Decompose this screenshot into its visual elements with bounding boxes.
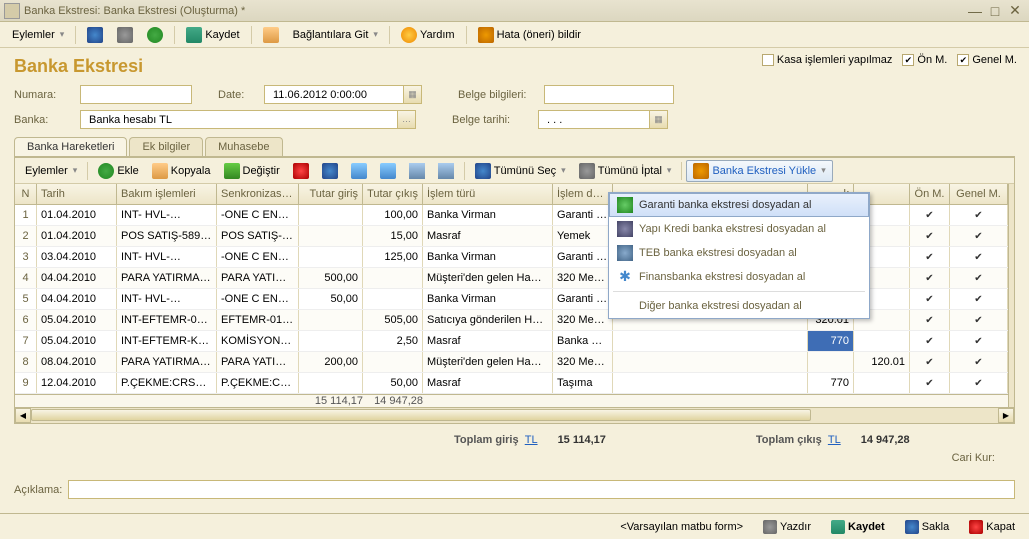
tabs: Banka Hareketleri Ek bilgiler Muhasebe [14,137,1015,157]
tl-link-1[interactable]: TL [525,434,538,446]
move-up-button[interactable] [345,161,373,181]
load-statement-popup: Garanti banka ekstresi dosyadan al Yapı … [608,192,870,319]
cari-kur-label: Cari Kur: [14,452,1015,472]
scroll-thumb[interactable] [31,409,811,421]
main-toolbar: Eylemler Kaydet Bağlantılara Git Yardım … [0,22,1029,48]
popup-item-finansbank[interactable]: ✱Finansbanka ekstresi dosyadan al [609,265,869,289]
kasa-check[interactable]: Kasa işlemleri yapılmaz [762,54,893,66]
form-select[interactable]: <Varsayılan matbu form> [614,519,749,535]
table-row[interactable]: 705.04.2010INT-EFTEMR-KO…KOMİSYON:…2,50M… [15,331,1008,352]
belge-tarihi-input[interactable]: . . .▦ [538,110,668,129]
grid-eylemler-menu[interactable]: Eylemler [19,163,83,179]
copy-button[interactable]: Kopyala [146,161,217,181]
popup-item-diger[interactable]: Diğer banka ekstresi dosyadan al [609,294,869,318]
popup-item-teb[interactable]: TEB banka ekstresi dosyadan al [609,241,869,265]
popup-item-yapikredi[interactable]: Yapı Kredi banka ekstresi dosyadan al [609,217,869,241]
save-button[interactable]: Kaydet [180,25,245,45]
footer-save-button[interactable]: Kaydet [825,518,891,536]
add-button[interactable]: Ekle [92,161,144,181]
tool-icon-4[interactable] [257,25,285,45]
genelm-check[interactable]: ✔Genel M. [957,54,1017,66]
tab-muhasebe[interactable]: Muhasebe [205,137,282,156]
window-title: Banka Ekstresi: Banka Ekstresi (Oluşturm… [24,5,965,17]
calendar-icon[interactable]: ▦ [403,86,421,103]
belge-bilgi-label: Belge bilgileri: [458,89,538,101]
edit-button[interactable]: Değiştir [218,161,286,181]
tool-a[interactable] [316,161,344,181]
tool-icon-1[interactable] [81,25,109,45]
scroll-left-button[interactable]: ◀ [15,408,31,423]
belge-tarihi-label: Belge tarihi: [452,114,532,126]
delete-button[interactable] [287,161,315,181]
aciklama-input[interactable] [68,480,1015,499]
sort-asc-button[interactable] [403,161,431,181]
goto-links-menu[interactable]: Bağlantılara Git [287,27,384,43]
select-all-button[interactable]: Tümünü Seç [469,161,572,181]
help-button[interactable]: Yardım [395,25,461,45]
print-button[interactable]: Yazdır [757,518,817,536]
minimize-button[interactable]: — [965,3,985,19]
lookup-icon[interactable]: … [397,111,415,128]
horizontal-scrollbar[interactable]: ◀ ▶ [15,407,1014,423]
load-statement-button[interactable]: Banka Ekstresi Yükle [686,160,832,182]
numara-input[interactable] [80,85,192,104]
banka-input[interactable]: Banka hesabı TL… [80,110,416,129]
table-row[interactable]: 912.04.2010P.ÇEKME:CRSG-…P.ÇEKME:C…50,00… [15,373,1008,394]
report-bug-button[interactable]: Hata (öneri) bildir [472,25,587,45]
close-button[interactable]: ✕ [1005,2,1025,19]
aciklama-row: Açıklama: [0,476,1029,507]
onm-check[interactable]: ✔Ön M. [902,54,947,66]
table-row[interactable]: 808.04.2010PARA YATIRMA5…PARA YATI…200,0… [15,352,1008,373]
calendar-icon-2[interactable]: ▦ [649,111,667,128]
tl-link-2[interactable]: TL [828,434,841,446]
titlebar: Banka Ekstresi: Banka Ekstresi (Oluşturm… [0,0,1029,22]
footer: <Varsayılan matbu form> Yazdır Kaydet Sa… [0,513,1029,539]
tab-ek-bilgiler[interactable]: Ek bilgiler [129,137,203,156]
tool-icon-3[interactable] [141,25,169,45]
vertical-scrollbar[interactable] [1008,184,1014,407]
deselect-all-button[interactable]: Tümünü İptal [573,161,678,181]
maximize-button[interactable]: □ [985,3,1005,19]
date-input[interactable]: 11.06.2012 0:00:00▦ [264,85,422,104]
store-button[interactable]: Sakla [899,518,956,536]
tool-icon-2[interactable] [111,25,139,45]
banka-label: Banka: [14,114,74,126]
tab-banka-hareketleri[interactable]: Banka Hareketleri [14,137,127,156]
top-checks: Kasa işlemleri yapılmaz ✔Ön M. ✔Genel M. [762,54,1017,66]
aciklama-label: Açıklama: [14,484,62,496]
sort-desc-button[interactable] [432,161,460,181]
belge-bilgi-input[interactable] [544,85,674,104]
footer-close-button[interactable]: Kapat [963,518,1021,536]
move-down-button[interactable] [374,161,402,181]
totals-row: 15 114,17 14 947,28 [15,394,1008,407]
summary: Toplam giriş TL15 114,17 Toplam çıkış TL… [14,424,1015,452]
eylemler-menu[interactable]: Eylemler [6,27,70,43]
app-icon [4,3,20,19]
scroll-right-button[interactable]: ▶ [998,408,1014,423]
numara-label: Numara: [14,89,74,101]
grid-toolbar: Eylemler Ekle Kopyala Değiştir Tümünü Se… [15,158,1014,184]
popup-item-garanti[interactable]: Garanti banka ekstresi dosyadan al [609,193,869,217]
date-label: Date: [218,89,258,101]
